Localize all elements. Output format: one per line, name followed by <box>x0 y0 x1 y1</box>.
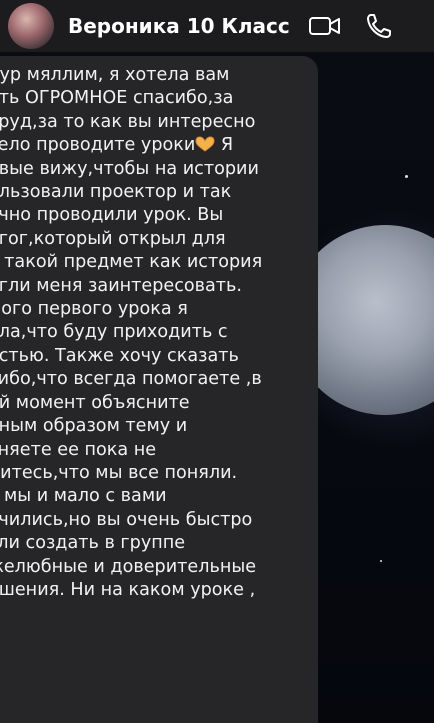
message-line: кным образом тему и <box>0 416 188 437</box>
message-line: агог,который открыл для <box>0 228 226 249</box>
contact-name[interactable]: Вероника 10 Класс <box>68 14 308 38</box>
chat-header: Вероника 10 Класс <box>0 0 434 52</box>
message-line-text: село проводите уроки <box>0 135 196 156</box>
message-line: ошения. Ни на каком уроке , <box>0 579 256 600</box>
message-line: нур мяллим, я хотела вам <box>0 65 230 85</box>
message-line: село проводите уроки Я <box>0 134 318 157</box>
message-line: ой момент объясните <box>0 392 190 413</box>
message-line: учно проводили урок. Вы <box>0 205 224 226</box>
message-line: ать ОГРОМНОЕ спасибо,за <box>0 88 234 109</box>
avatar[interactable] <box>8 3 54 49</box>
phone-call-icon[interactable] <box>362 9 396 43</box>
message-line-text: Я <box>215 135 234 156</box>
heart-hands-emoji <box>195 136 215 152</box>
message-line: сняете ее пока не <box>0 439 157 460</box>
message-line: овые вижу,чтобы на истории <box>0 158 259 179</box>
call-actions <box>308 9 396 43</box>
message-line: труд,за то как вы интересно <box>0 111 256 132</box>
video-call-icon[interactable] <box>308 9 342 43</box>
message-line: учились,но вы очень быстро <box>0 509 253 530</box>
message-line: мого первого урока я <box>0 299 188 320</box>
message-line: я такой предмет как история <box>0 252 263 273</box>
message-bubble[interactable]: нур мяллим, я хотела вам ать ОГРОМНОЕ сп… <box>0 56 318 723</box>
wallpaper-star <box>405 175 408 178</box>
wallpaper-star <box>380 560 382 562</box>
message-line: желюбные и доверительные <box>0 556 257 577</box>
message-line: дитесь,что мы все поняли. <box>0 462 238 483</box>
message-line: остью. Также хочу сказать <box>0 345 239 366</box>
message-line: сибо,что всегда помогаете ,в <box>0 369 262 390</box>
message-line: ала,что буду приходить с <box>0 322 228 343</box>
chat-screen: Вероника 10 Класс нур мяллим, я хотела в… <box>0 0 434 723</box>
message-line: ользовали проектор и так <box>0 182 232 203</box>
message-line: гли создать в группе <box>0 533 186 554</box>
message-line: ь мы и мало с вами <box>0 486 167 507</box>
message-line: огли меня заинтересовать. <box>0 275 242 296</box>
